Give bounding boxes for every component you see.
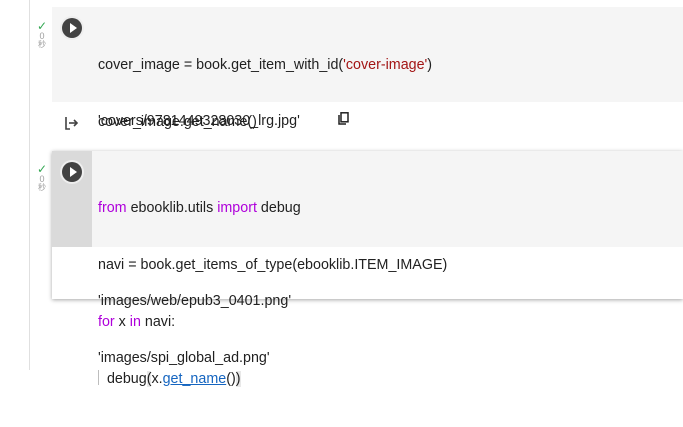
cell1-output-text: 'covers/9781449328030_lrg.jpg': [98, 113, 300, 129]
output-arrow-icon: [65, 117, 79, 130]
keyword-token: from: [98, 200, 127, 216]
code-token: ): [427, 57, 433, 73]
string-token: 'cover-image': [343, 57, 428, 73]
cell2-output: 'images/web/epub3_0401.png' 'images/spi_…: [98, 254, 291, 406]
cell2-exec-status: ✓ 0 秒: [34, 163, 50, 192]
output-line: 'images/spi_global_ad.png': [98, 350, 270, 366]
exec-time-unit: 秒: [38, 183, 46, 192]
code-line: from ebooklib.utils import debug: [98, 199, 447, 218]
code-cell-1[interactable]: cover_image = book.get_item_with_id('cov…: [52, 7, 683, 130]
cell1-exec-status: ✓ 0 秒: [34, 20, 50, 49]
output-line: 'images/web/epub3_0401.png': [98, 293, 292, 309]
gutter-divider: [29, 0, 30, 370]
code-cell-2[interactable]: from ebooklib.utils import debug navi = …: [52, 151, 683, 387]
code-line: cover_image = book.get_item_with_id('cov…: [98, 56, 432, 75]
code-editor-1[interactable]: cover_image = book.get_item_with_id('cov…: [98, 18, 432, 170]
code-token: debug: [256, 200, 301, 216]
code-token: ebooklib.utils: [126, 200, 218, 216]
code-token: cover_image = book.get_item_with_id(: [98, 57, 344, 73]
copy-icon[interactable]: [338, 112, 349, 125]
keyword-token: import: [217, 200, 257, 216]
play-circle-icon[interactable]: [62, 18, 82, 38]
exec-time-unit: 秒: [38, 40, 46, 49]
play-circle-icon[interactable]: [62, 162, 82, 182]
